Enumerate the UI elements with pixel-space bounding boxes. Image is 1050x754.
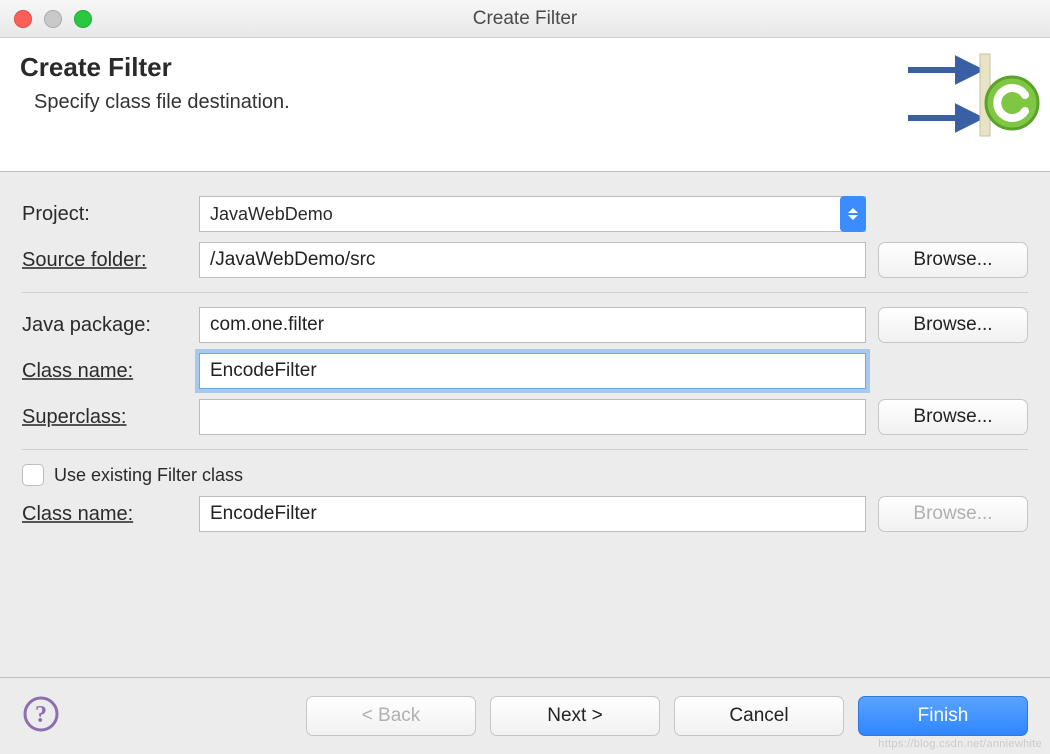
java-package-row: Java package: Browse... — [22, 307, 1028, 343]
next-button[interactable]: Next > — [490, 696, 660, 736]
minimize-window-button[interactable] — [44, 10, 62, 28]
project-value: JavaWebDemo — [210, 204, 333, 225]
project-row: Project: JavaWebDemo — [22, 196, 1028, 232]
separator — [22, 292, 1028, 293]
svg-text:?: ? — [35, 702, 47, 728]
superclass-input[interactable] — [199, 399, 866, 435]
source-folder-label: Source folder: — [22, 249, 187, 272]
finish-button[interactable]: Finish — [858, 696, 1028, 736]
use-existing-row: Use existing Filter class — [22, 464, 1028, 486]
browse-source-folder-button[interactable]: Browse... — [878, 242, 1028, 278]
window-title: Create Filter — [0, 8, 1050, 30]
use-existing-checkbox[interactable] — [22, 464, 44, 486]
zoom-window-button[interactable] — [74, 10, 92, 28]
form-area: Project: JavaWebDemo Source folder: Brow… — [0, 172, 1050, 532]
existing-class-name-label: Class name: — [22, 503, 187, 526]
browse-java-package-button[interactable]: Browse... — [878, 307, 1028, 343]
source-folder-input[interactable] — [199, 242, 866, 278]
page-subtitle: Specify class file destination. — [34, 91, 290, 114]
back-button: < Back — [306, 696, 476, 736]
watermark: https://blog.csdn.net/anniewhite — [878, 738, 1042, 750]
page-title: Create Filter — [20, 52, 290, 83]
dialog-header: Create Filter Specify class file destina… — [0, 38, 1050, 172]
java-package-input[interactable] — [199, 307, 866, 343]
help-button[interactable]: ? — [22, 695, 60, 738]
project-select[interactable]: JavaWebDemo — [199, 196, 866, 232]
existing-class-name-row: Class name: Browse... — [22, 496, 1028, 532]
browse-existing-class-button: Browse... — [878, 496, 1028, 532]
class-name-input[interactable] — [199, 353, 866, 389]
class-name-label: Class name: — [22, 360, 187, 383]
superclass-row: Superclass: Browse... — [22, 399, 1028, 435]
wizard-banner-icon — [900, 48, 1040, 153]
project-label: Project: — [22, 203, 187, 226]
window-controls — [14, 10, 92, 28]
cancel-button[interactable]: Cancel — [674, 696, 844, 736]
titlebar: Create Filter — [0, 0, 1050, 38]
class-name-row: Class name: — [22, 353, 1028, 389]
close-window-button[interactable] — [14, 10, 32, 28]
separator — [22, 449, 1028, 450]
java-package-label: Java package: — [22, 314, 187, 337]
use-existing-label: Use existing Filter class — [54, 465, 243, 486]
superclass-label: Superclass: — [22, 406, 187, 429]
existing-class-name-input[interactable] — [199, 496, 866, 532]
source-folder-row: Source folder: Browse... — [22, 242, 1028, 278]
browse-superclass-button[interactable]: Browse... — [878, 399, 1028, 435]
select-caret-icon — [840, 196, 866, 232]
